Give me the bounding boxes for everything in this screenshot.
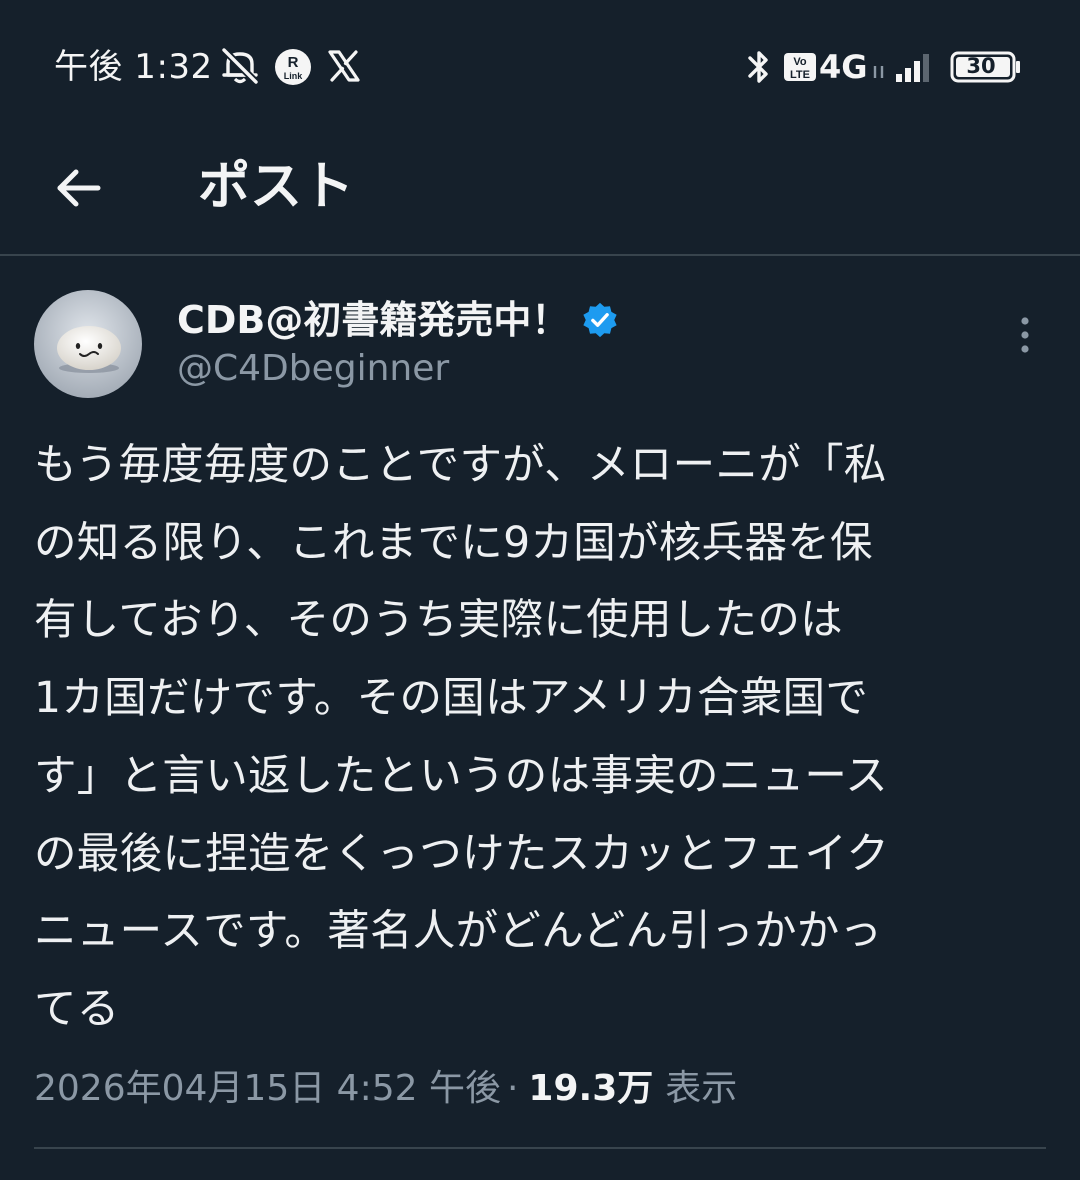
network-type: 4G (819, 48, 868, 86)
verified-badge-icon (583, 302, 618, 338)
post-timestamp[interactable]: 2026年04月15日 4:52 午後 (34, 1064, 501, 1114)
mute-icon (221, 47, 259, 85)
post-divider (34, 1147, 1046, 1149)
author-row[interactable]: CDB@初書籍発売中！ (177, 296, 619, 344)
author-handle[interactable]: @C4Dbeginner (177, 346, 449, 392)
meta-separator: · (506, 1068, 519, 1109)
status-bar: 午後 1:32 R Link Vo LTE 4G 30 (0, 0, 1080, 132)
rakuten-link-label: Link (284, 71, 303, 81)
more-options-button[interactable] (1004, 310, 1046, 360)
data-arrows-icon (873, 66, 884, 78)
post-text: もう毎度毎度のことですが、メローニが「私 の知る限り、これまでに9カ国が核兵器を… (34, 441, 890, 1034)
page-title: ポスト (198, 157, 355, 217)
app-header: ポスト (0, 132, 1080, 254)
more-vertical-icon (1021, 317, 1029, 353)
volte-bottom-label: LTE (790, 69, 810, 81)
battery-level: 30 (966, 54, 996, 78)
arrow-left-icon (57, 169, 101, 207)
status-time: 午後 1:32 (54, 47, 213, 87)
post-meta: 2026年04月15日 4:52 午後 · 19.3万 表示 (34, 1064, 737, 1114)
volte-icon: Vo LTE (784, 53, 816, 81)
avatar[interactable] (34, 290, 142, 398)
signal-icon (896, 54, 929, 82)
back-button[interactable] (36, 146, 120, 230)
x-app-icon (328, 50, 360, 82)
views-label: 表示 (665, 1068, 738, 1109)
rakuten-link-letter: R (288, 54, 299, 71)
volte-top-label: Vo (793, 56, 807, 68)
bluetooth-icon (748, 51, 768, 83)
rakuten-link-icon: R Link (275, 49, 311, 85)
display-name[interactable]: CDB@初書籍発売中！ (177, 296, 569, 344)
avatar-image (34, 290, 142, 398)
views-count[interactable]: 19.3万 (528, 1064, 653, 1114)
header-divider (0, 254, 1080, 256)
